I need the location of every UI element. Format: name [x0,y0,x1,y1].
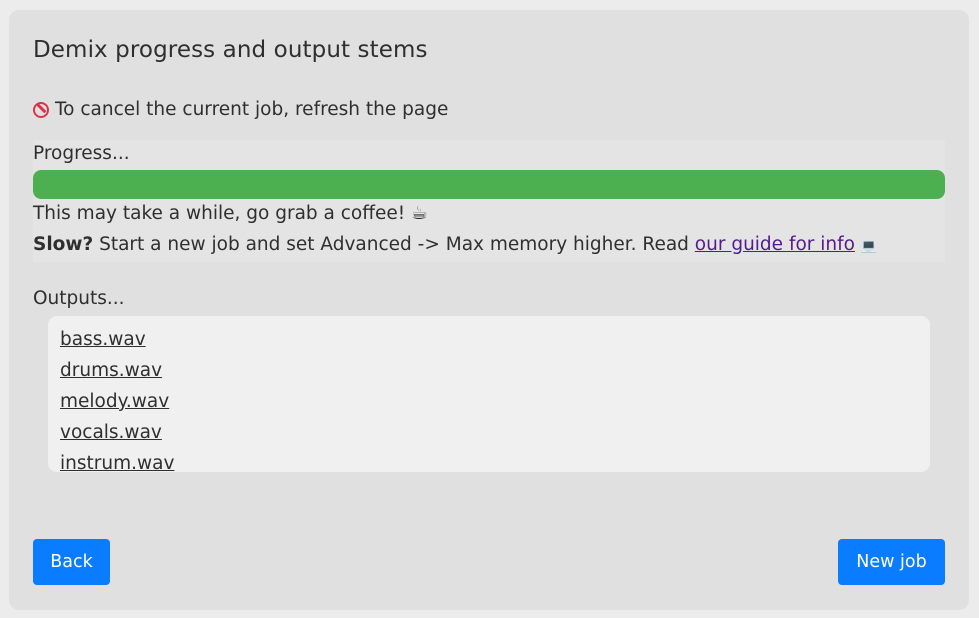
back-button[interactable]: Back [33,539,110,585]
output-file-link[interactable]: vocals.wav [60,422,162,443]
wait-message: This may take a while, go grab a coffee!… [33,203,428,224]
progress-bar [33,170,945,199]
output-file-link[interactable]: instrum.wav [60,453,174,472]
cancel-notice: To cancel the current job, refresh the p… [33,99,448,120]
output-file-link[interactable]: melody.wav [60,391,169,412]
list-item: instrum.wav [60,448,930,472]
output-file-link[interactable]: drums.wav [60,360,162,381]
progress-bar-fill [33,170,945,199]
progress-panel: Progress... This may take a while, go gr… [33,140,945,262]
outputs-label: Outputs... [33,288,125,309]
output-file-link[interactable]: bass.wav [60,329,146,350]
list-item: drums.wav [60,355,930,386]
slow-tip-bold: Slow? [33,234,94,255]
new-job-button[interactable]: New job [838,539,945,585]
slow-tip: Slow? Start a new job and set Advanced -… [33,234,877,255]
no-entry-icon [33,101,49,118]
laptop-icon: 💻 [860,239,878,254]
outputs-list-box: bass.wav drums.wav melody.wav vocals.wav… [48,316,930,472]
list-item: melody.wav [60,386,930,417]
cancel-text: To cancel the current job, refresh the p… [55,99,449,120]
slow-tip-text: Start a new job and set Advanced -> Max … [93,234,695,255]
guide-link[interactable]: our guide for info [695,234,855,255]
progress-label: Progress... [33,143,130,164]
outputs-list: bass.wav drums.wav melody.wav vocals.wav… [48,316,930,472]
demix-card: Demix progress and output stems To cance… [9,10,969,610]
page-title: Demix progress and output stems [33,37,428,63]
list-item: vocals.wav [60,417,930,448]
list-item: bass.wav [60,324,930,355]
